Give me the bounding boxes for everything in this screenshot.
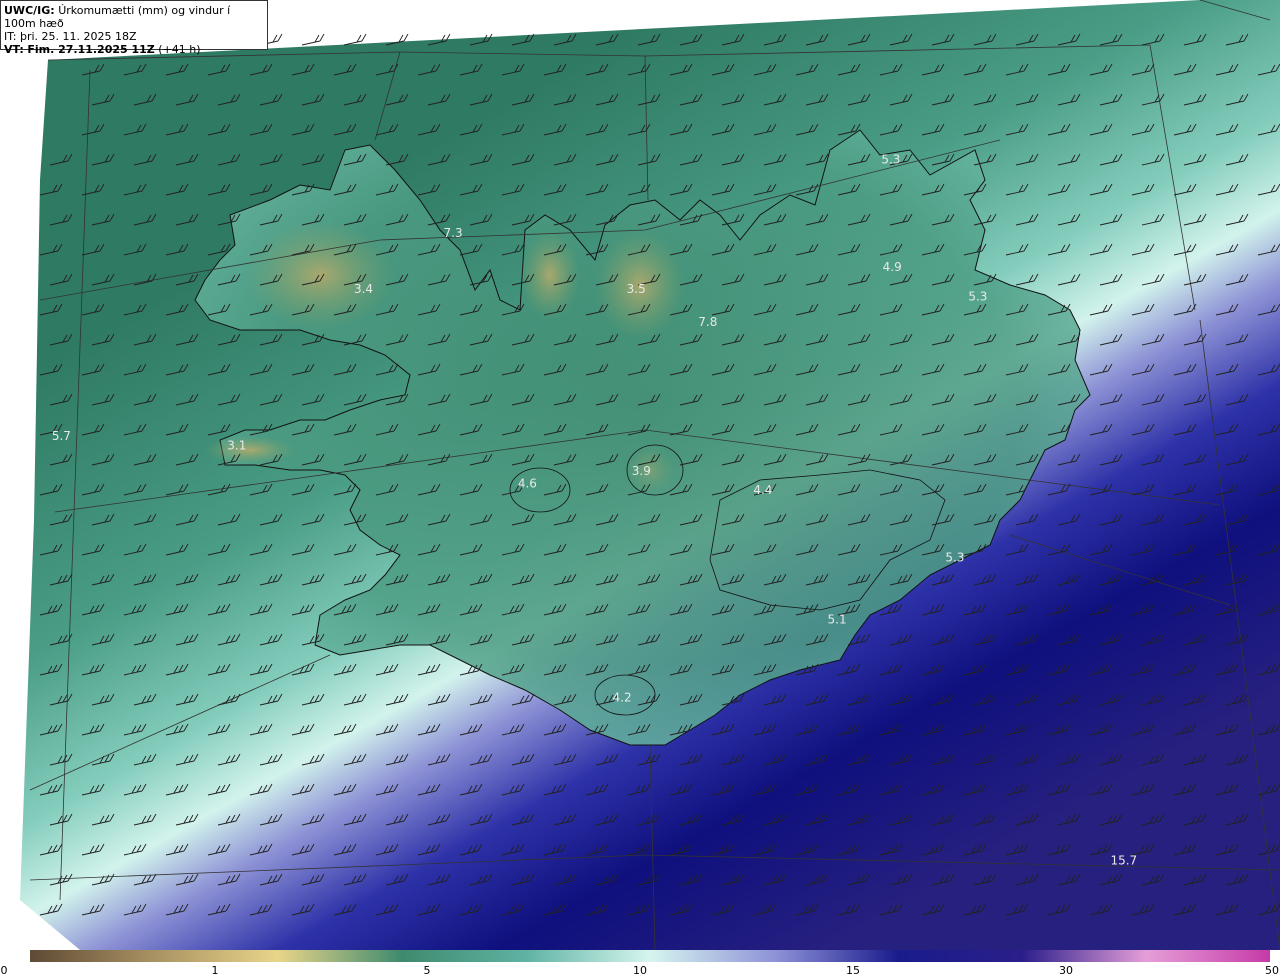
init-time: þri. 25. 11. 2025 18Z — [19, 30, 137, 43]
value-southeast-sea: 15.7 — [1110, 854, 1137, 868]
colorbar-tick-label: 5 — [423, 964, 431, 977]
colorbar — [30, 950, 1270, 962]
value-troll-peninsula: 3.5 — [627, 282, 646, 296]
dry-zone-snaefellsnes — [205, 436, 295, 464]
value-vatnajokull: 4.4 — [753, 483, 772, 497]
value-langjokull: 3.9 — [632, 464, 651, 478]
colorbar-tick-label: 50 — [1265, 964, 1279, 977]
value-west-sea: 5.7 — [52, 429, 71, 443]
init-label: IT: — [4, 30, 17, 43]
valid-time: Fim. 27.11.2025 11Z — [27, 43, 155, 56]
value-snaefellsnes: 3.1 — [227, 439, 246, 453]
valid-label: VT: — [4, 43, 24, 56]
value-south: 5.1 — [828, 612, 847, 626]
wind-barb — [343, 33, 367, 46]
colorbar-tick-label: 1 — [211, 964, 219, 977]
value-hornstrandir: 7.3 — [444, 226, 463, 240]
colorbar-tick-label: 30 — [1059, 964, 1073, 977]
value-northeast-inland: 4.9 — [883, 260, 902, 274]
wind-barb — [301, 33, 325, 46]
dry-zone-westfjords — [245, 220, 395, 330]
value-eyjafjordur: 7.8 — [698, 315, 717, 329]
value-westfjords: 3.4 — [354, 282, 373, 296]
lead-time: (+41 h) — [158, 43, 201, 56]
map-info-box: UWC/IG: Úrkomumætti (mm) og vindur í 100… — [0, 0, 268, 56]
value-myrdalsjokull: 4.2 — [613, 690, 632, 704]
value-southeast: 5.3 — [945, 551, 964, 565]
value-east: 5.3 — [968, 289, 987, 303]
value-northeast: 5.3 — [881, 153, 900, 167]
model-name: UWC/IG: — [4, 4, 55, 17]
value-west-highlands: 4.6 — [518, 477, 537, 491]
colorbar-ramp — [30, 950, 1270, 962]
colorbar-tick-label: 10 — [633, 964, 647, 977]
colorbar-tick-label: 15 — [846, 964, 860, 977]
precipitation-wind-map[interactable]: 3.4 7.3 3.5 7.8 5.3 4.9 5.3 5.7 3.1 4.6 3.9 4.4 5.3 5… — [0, 0, 1280, 950]
colorbar-tick-label: 0 — [0, 964, 8, 977]
